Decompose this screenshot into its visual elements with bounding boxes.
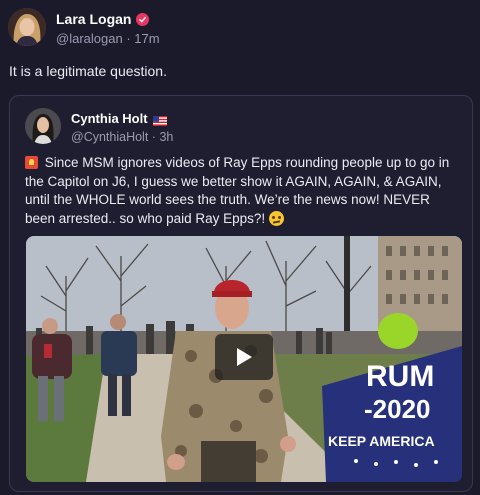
quoted-post[interactable]: Cynthia Holt @CynthiaHolt · 3h Since MSM…: [9, 95, 473, 492]
quoted-meta-separator: ·: [151, 130, 156, 144]
video-player[interactable]: RUM -2020 KEEP AMERICA: [26, 236, 462, 482]
quoted-post-time[interactable]: 3h: [159, 130, 173, 144]
video-sign-line1: RUM: [366, 360, 434, 393]
meta-separator: ·: [126, 31, 131, 46]
quoted-post-text-body: Since MSM ignores videos of Ray Epps rou…: [25, 155, 450, 226]
quoted-author-meta: @CynthiaHolt · 3h: [71, 130, 173, 144]
verified-badge-icon: [136, 12, 150, 26]
author-meta: @laralogan · 17m: [56, 31, 160, 46]
play-button[interactable]: [215, 334, 273, 380]
quoted-author-name-text[interactable]: Cynthia Holt: [71, 111, 148, 126]
quoted-avatar-image: [25, 108, 61, 144]
post-text: It is a legitimate question.: [9, 63, 167, 79]
video-sign-line3: KEEP AMERICA: [328, 433, 435, 449]
author-name-text[interactable]: Lara Logan: [56, 11, 131, 27]
quoted-author-handle[interactable]: @CynthiaHolt: [71, 130, 148, 144]
quoted-author-name[interactable]: Cynthia Holt: [71, 111, 167, 126]
quoted-avatar[interactable]: [25, 108, 61, 144]
video-sign-line2: -2020: [364, 394, 431, 424]
quoted-post-text: Since MSM ignores videos of Ray Epps rou…: [25, 154, 461, 228]
siren-emoji-icon: [25, 156, 38, 169]
author-handle[interactable]: @laralogan: [56, 31, 123, 46]
play-icon: [237, 348, 252, 366]
raised-eyebrow-emoji-icon: [268, 210, 284, 226]
author-name[interactable]: Lara Logan: [56, 11, 150, 27]
us-flag-icon: [152, 114, 167, 126]
post-time[interactable]: 17m: [134, 31, 159, 46]
avatar-image: [8, 8, 46, 46]
avatar[interactable]: [8, 8, 46, 46]
